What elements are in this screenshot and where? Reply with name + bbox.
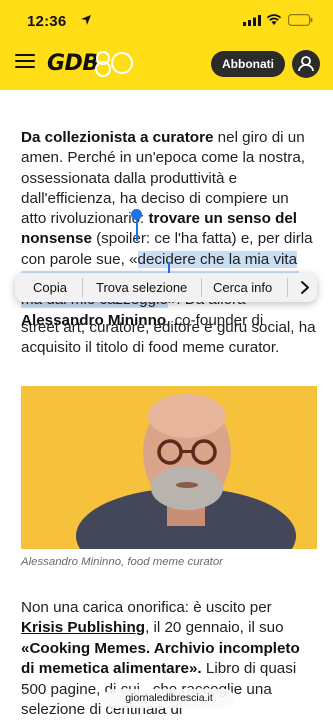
cellular-signal-icon bbox=[243, 15, 261, 26]
header-bar: 12:36 GDB Abbonati bbox=[0, 0, 333, 90]
logo-text: GDB bbox=[47, 51, 99, 76]
photo-caption: Alessandro Mininno, food meme curator bbox=[21, 556, 223, 568]
status-time: 12:36 bbox=[27, 13, 67, 30]
paragraph-text: Non una carica onorifica: è uscito per bbox=[21, 599, 272, 616]
battery-icon bbox=[288, 14, 313, 26]
publisher-link[interactable]: Krisis Publishing bbox=[21, 619, 145, 636]
menu-divider bbox=[201, 278, 202, 297]
look-up-menu-item[interactable]: Cerca info bbox=[213, 280, 272, 295]
article-paragraph-continued: street art, curatore, editore e guru soc… bbox=[21, 319, 316, 357]
selection-start-handle[interactable] bbox=[136, 215, 138, 241]
location-arrow-icon bbox=[81, 15, 91, 25]
status-bar: 12:36 bbox=[0, 0, 333, 44]
subscribe-button[interactable]: Abbonati bbox=[211, 51, 285, 77]
menu-divider bbox=[287, 278, 288, 297]
portrait-image bbox=[21, 386, 317, 549]
find-selection-menu-item[interactable]: Trova selezione bbox=[96, 280, 187, 295]
user-icon bbox=[298, 56, 314, 72]
wifi-icon bbox=[266, 14, 282, 25]
chevron-right-icon[interactable] bbox=[298, 280, 312, 295]
account-button[interactable] bbox=[292, 50, 320, 78]
paragraph-text: , il 20 gennaio, il suo bbox=[145, 619, 284, 637]
menu-divider bbox=[82, 278, 83, 297]
site-logo[interactable]: GDB bbox=[47, 47, 142, 81]
bold-phrase: Da collezionista a curatore bbox=[21, 129, 214, 146]
menu-icon[interactable] bbox=[15, 54, 35, 70]
browser-url-bar[interactable]: giornaledibrescia.it bbox=[104, 689, 234, 708]
selection-context-menu: Copia Trova selezione Cerca info bbox=[15, 273, 317, 302]
article-photo[interactable] bbox=[21, 386, 317, 549]
copy-menu-item[interactable]: Copia bbox=[33, 280, 67, 295]
anniversary-mark-icon bbox=[95, 51, 133, 77]
